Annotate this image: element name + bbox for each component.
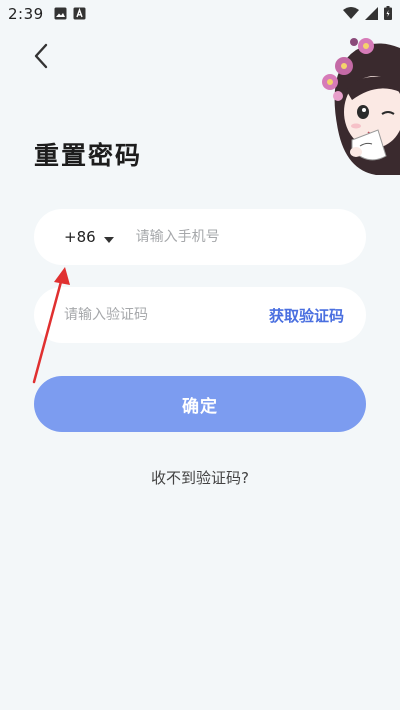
status-time: 2:39 (8, 5, 44, 23)
get-code-button[interactable]: 获取验证码 (269, 305, 344, 326)
page-title: 重置密码 (34, 141, 143, 170)
confirm-button[interactable]: 确定 (34, 376, 366, 432)
caret-down-icon (103, 228, 114, 247)
image-icon (54, 5, 67, 24)
verification-code-field: 获取验证码 (34, 287, 366, 343)
verification-code-input[interactable] (64, 307, 234, 323)
a-notification-icon (73, 5, 86, 24)
wifi-icon (343, 5, 359, 24)
country-code-label: +86 (64, 228, 96, 246)
phone-number-input[interactable] (135, 229, 316, 245)
mascot-illustration (316, 30, 400, 180)
phone-field: +86 (34, 209, 366, 265)
chevron-left-icon (33, 43, 49, 73)
status-bar: 2:39 (0, 0, 400, 28)
country-code-selector[interactable]: +86 (64, 228, 118, 247)
battery-icon (384, 5, 392, 24)
signal-icon (365, 5, 378, 24)
no-code-link[interactable]: 收不到验证码? (0, 467, 400, 488)
status-right-icons (343, 5, 392, 24)
back-button[interactable] (26, 42, 56, 74)
